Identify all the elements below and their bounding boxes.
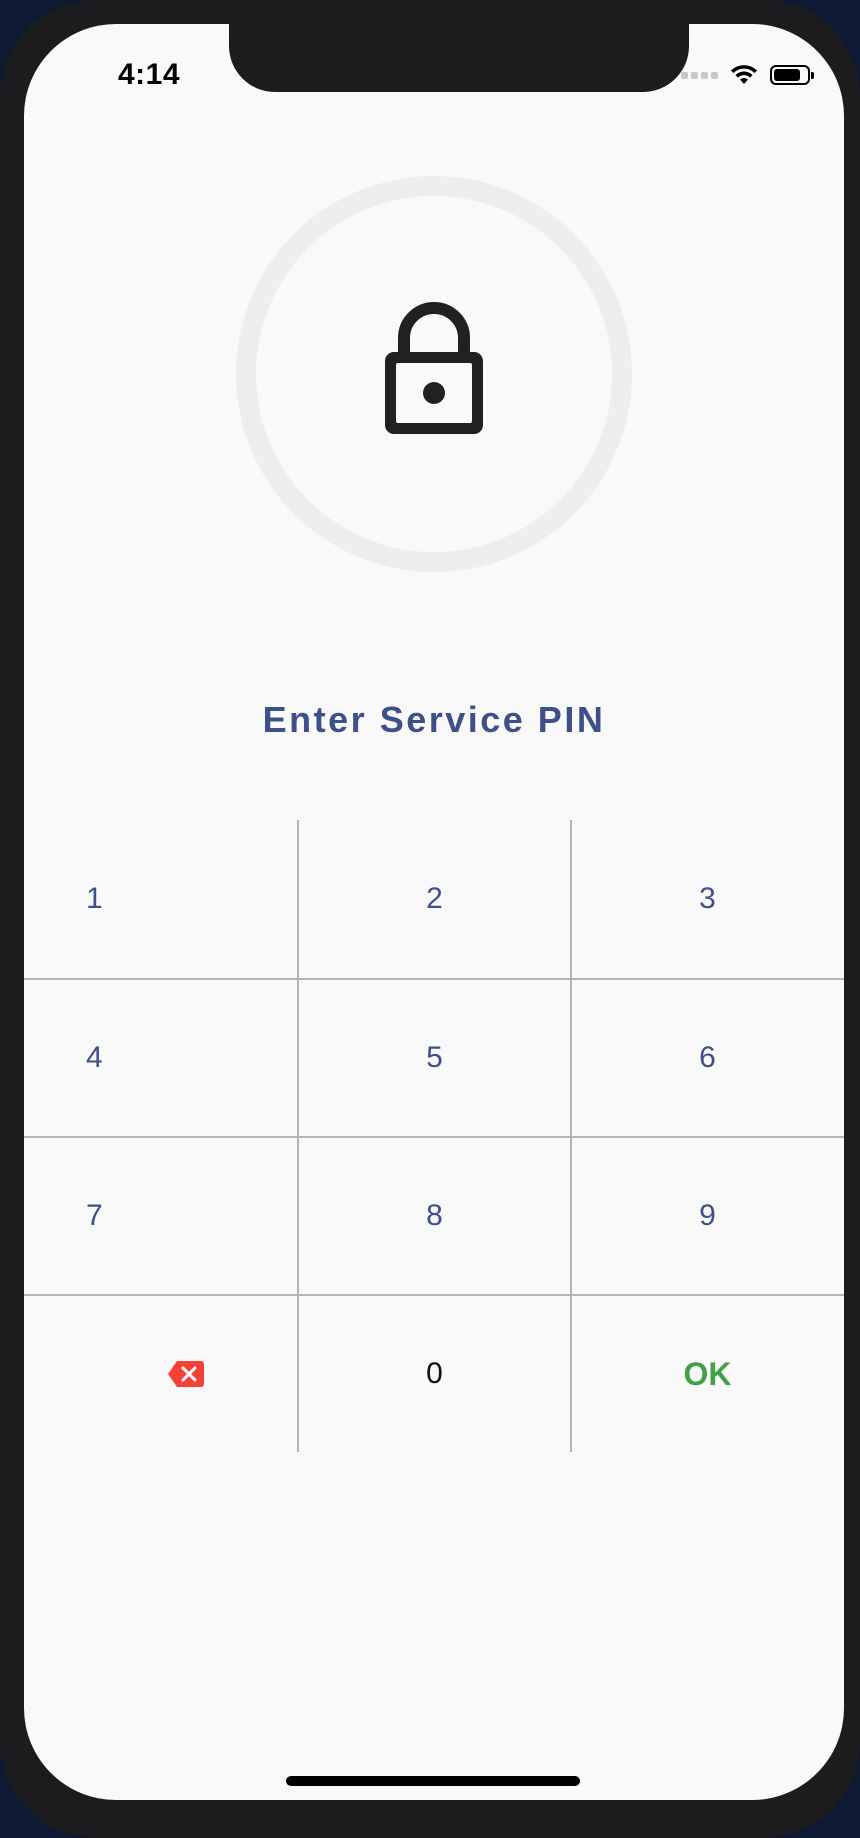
page-title: Enter Service PIN xyxy=(262,699,606,740)
cellular-signal-icon xyxy=(681,71,718,79)
key-3[interactable]: 3 xyxy=(571,820,844,978)
device-frame: 4:14 Enter Service PIN 1 2 3 4 5 6 7 8 9… xyxy=(0,0,860,1838)
key-0[interactable]: 0 xyxy=(298,1295,571,1453)
key-2[interactable]: 2 xyxy=(298,820,571,978)
key-5[interactable]: 5 xyxy=(298,979,571,1137)
wifi-icon xyxy=(731,65,757,84)
backspace-button[interactable] xyxy=(24,1295,297,1453)
status-icons xyxy=(681,64,814,86)
key-8[interactable]: 8 xyxy=(298,1137,571,1295)
battery-level xyxy=(774,69,800,81)
lock-icon xyxy=(385,302,483,434)
key-4[interactable]: 4 xyxy=(24,979,297,1137)
key-7[interactable]: 7 xyxy=(24,1137,297,1295)
status-time: 4:14 xyxy=(117,58,181,91)
key-9[interactable]: 9 xyxy=(571,1137,844,1295)
key-6[interactable]: 6 xyxy=(571,979,844,1137)
home-indicator[interactable] xyxy=(286,1776,580,1786)
key-1[interactable]: 1 xyxy=(24,820,297,978)
pin-keypad: 1 2 3 4 5 6 7 8 9 0 OK xyxy=(24,820,844,1452)
battery-icon xyxy=(770,65,814,85)
ok-button[interactable]: OK xyxy=(571,1295,844,1453)
app-screen: 4:14 Enter Service PIN 1 2 3 4 5 6 7 8 9… xyxy=(24,24,844,1800)
backspace-icon xyxy=(167,1361,204,1387)
device-notch xyxy=(229,24,689,92)
